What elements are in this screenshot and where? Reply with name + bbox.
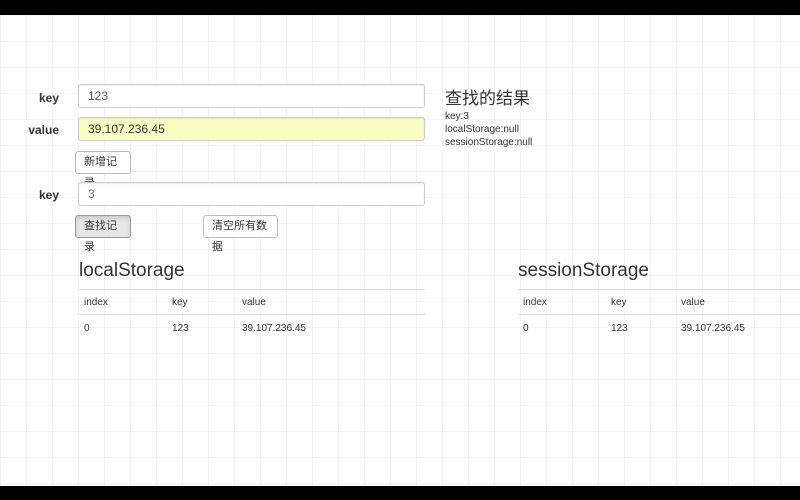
cell-index: 0 (84, 322, 90, 334)
column-header-index: index (79, 289, 167, 315)
result-line-sessionstorage: sessionStorage:null (445, 137, 533, 148)
table-header-row: index key value (79, 289, 425, 315)
key-label: key (38, 91, 59, 105)
column-header-index: index (518, 289, 606, 315)
add-record-button[interactable]: 新增记录 (75, 151, 131, 189)
cell-index: 0 (523, 322, 529, 334)
table-header-row: index key value (518, 289, 800, 315)
column-header-key: key (167, 289, 237, 315)
column-header-value: value (237, 289, 425, 315)
page: key 123 value 39.107.236.45 新增记录 key 3 查… (0, 15, 800, 486)
column-header-key: key (606, 289, 676, 315)
result-line-key: key:3 (445, 111, 469, 122)
cell-key: 123 (611, 322, 628, 334)
localstorage-title: localStorage (79, 260, 185, 281)
clear-all-data-button[interactable]: 清空所有数据 (203, 215, 278, 253)
value-label: value (28, 123, 59, 137)
result-title: 查找的结果 (445, 89, 530, 108)
search-key-label: key (38, 188, 59, 202)
cell-value: 39.107.236.45 (242, 322, 306, 334)
table-row: 0 123 39.107.236.45 (518, 315, 800, 342)
value-input[interactable]: 39.107.236.45 (78, 117, 425, 141)
search-record-button[interactable]: 查找记录 (75, 215, 131, 253)
sessionstorage-table: index key value 0 123 39.107.236.45 (518, 289, 800, 341)
column-header-value: value (676, 289, 800, 315)
key-input[interactable]: 123 (78, 84, 425, 108)
search-key-input[interactable]: 3 (78, 182, 425, 206)
sessionstorage-title: sessionStorage (518, 260, 649, 281)
letterbox-bottom (0, 486, 800, 500)
cell-value: 39.107.236.45 (681, 322, 745, 334)
result-line-localstorage: localStorage:null (445, 124, 519, 135)
letterbox-top (0, 0, 800, 15)
table-row: 0 123 39.107.236.45 (79, 315, 425, 342)
localstorage-table: index key value 0 123 39.107.236.45 (79, 289, 425, 341)
cell-key: 123 (172, 322, 189, 334)
